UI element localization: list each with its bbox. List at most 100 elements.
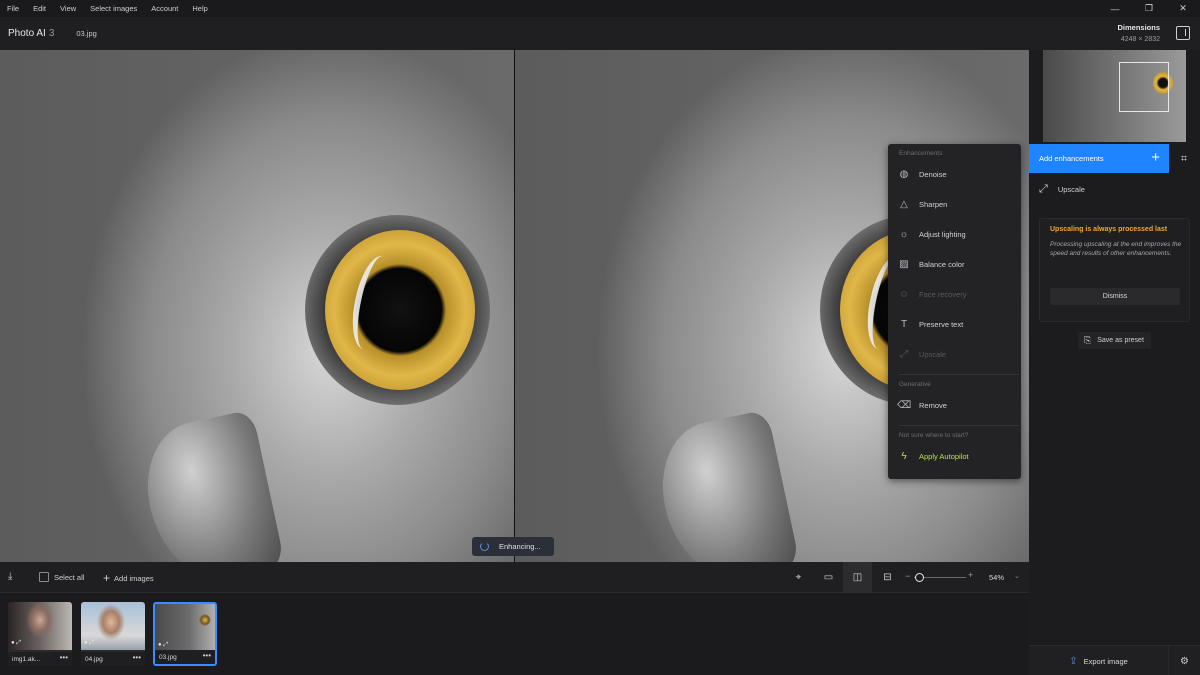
notice-title: Upscaling is always processed last bbox=[1050, 226, 1168, 233]
enhancing-status: Enhancing... bbox=[472, 537, 554, 556]
section-help: Not sure where to start? bbox=[899, 432, 969, 439]
menu-item-upscale: ⤢ Upscale bbox=[888, 343, 1021, 365]
split-view-icon[interactable]: ⊟ bbox=[873, 562, 902, 593]
menu-item-denoise[interactable]: ◍ Denoise bbox=[888, 163, 1021, 185]
select-all-checkbox[interactable] bbox=[39, 572, 49, 582]
film-caption: 03.jpg ••• bbox=[155, 650, 215, 664]
upscale-item[interactable]: ⤢ Upscale bbox=[1029, 178, 1200, 200]
dimensions-label: Dimensions bbox=[1117, 23, 1160, 32]
apply-autopilot-button[interactable]: ϟ Apply Autopilot bbox=[888, 445, 1021, 467]
side-by-side-view-icon[interactable]: ◫ bbox=[843, 562, 872, 593]
triangle-icon: △ bbox=[900, 198, 908, 210]
add-enhancements-label: Add enhancements bbox=[1039, 154, 1104, 163]
owl-eye bbox=[325, 230, 475, 390]
zoom-slider-handle[interactable] bbox=[915, 573, 924, 582]
fit-view-icon[interactable]: ⌖ bbox=[784, 562, 813, 593]
app-name: Photo AI bbox=[8, 28, 46, 39]
app-version: 3 bbox=[48, 28, 55, 39]
menu-item-preserve-text[interactable]: T Preserve text bbox=[888, 313, 1021, 335]
menu-item-adjust-lighting[interactable]: ☼ Adjust lighting bbox=[888, 223, 1021, 245]
film-item[interactable]: ● ⤢ img1.ak... ••• bbox=[8, 602, 72, 666]
face-icon: ☺ bbox=[898, 288, 910, 300]
film-name: 04.jpg bbox=[85, 655, 103, 663]
chevron-down-icon[interactable]: ⌄ bbox=[1014, 572, 1020, 580]
export-settings-icon[interactable]: ⚙ bbox=[1168, 646, 1200, 675]
menu-item-label: Apply Autopilot bbox=[919, 451, 969, 461]
edit-badges-icon: ● ⤢ bbox=[84, 640, 95, 646]
panel-toggle-icon[interactable] bbox=[1176, 26, 1190, 40]
film-caption: 04.jpg ••• bbox=[81, 652, 145, 666]
add-images-button[interactable]: + Add images bbox=[103, 571, 154, 585]
collapse-filmstrip-icon[interactable]: ⤓ bbox=[8, 571, 12, 582]
image-canvas[interactable] bbox=[0, 50, 1029, 562]
text-icon: T bbox=[900, 318, 908, 330]
plus-icon: + bbox=[103, 571, 111, 585]
section-enhancements: Enhancements bbox=[899, 150, 943, 157]
menu-select-images[interactable]: Select images bbox=[83, 4, 144, 13]
window-controls: — ❐ ✕ bbox=[1098, 0, 1200, 17]
menu-file[interactable]: File bbox=[0, 4, 26, 13]
spinner-icon bbox=[480, 542, 489, 551]
close-icon[interactable]: ✕ bbox=[1166, 0, 1200, 17]
crop-icon[interactable]: ⌗ bbox=[1175, 150, 1193, 168]
bolt-icon: ϟ bbox=[901, 450, 907, 462]
film-caption: img1.ak... ••• bbox=[8, 652, 72, 666]
section-generative: Generative bbox=[899, 381, 931, 388]
export-bar: ⇪ Export image ⚙ bbox=[1029, 645, 1200, 675]
more-options-icon[interactable]: ••• bbox=[60, 653, 68, 662]
app-header: Photo AI 3 03.jpg Dimensions 4248 × 2832 bbox=[0, 17, 1200, 50]
dismiss-button[interactable]: Dismiss bbox=[1050, 288, 1180, 305]
menu-item-face-recovery: ☺ Face recovery bbox=[888, 283, 1021, 305]
navigator-viewbox[interactable] bbox=[1119, 62, 1169, 112]
expand-icon: ⤢ bbox=[900, 348, 908, 360]
dimensions-readout: Dimensions 4248 × 2832 bbox=[1117, 23, 1160, 43]
menu-edit[interactable]: Edit bbox=[26, 4, 53, 13]
expand-icon: ⤢ bbox=[1039, 182, 1048, 195]
notice-body: Processing upscaling at the end improves… bbox=[1050, 241, 1182, 257]
save-preset-label: Save as preset bbox=[1097, 337, 1144, 344]
more-options-icon[interactable]: ••• bbox=[203, 651, 211, 660]
preset-icon: ⎘ bbox=[1084, 335, 1092, 345]
menu-item-remove[interactable]: ⌫ Remove bbox=[888, 394, 1021, 416]
export-icon: ⇪ bbox=[1069, 655, 1078, 667]
zoom-level[interactable]: 54% bbox=[989, 573, 1004, 582]
dimensions-value: 4248 × 2832 bbox=[1120, 36, 1160, 43]
zoom-in-icon[interactable]: + bbox=[968, 570, 973, 580]
export-label: Export image bbox=[1083, 656, 1128, 666]
enhancing-label: Enhancing... bbox=[499, 542, 541, 551]
current-file-name: 03.jpg bbox=[76, 29, 97, 38]
restore-icon[interactable]: ❐ bbox=[1132, 0, 1166, 17]
plus-icon: + bbox=[1151, 149, 1160, 166]
menu-item-label: Balance color bbox=[919, 259, 965, 269]
film-item-selected[interactable]: ● ⤢ 03.jpg ••• bbox=[153, 602, 217, 666]
menu-account[interactable]: Account bbox=[144, 4, 185, 13]
edit-badges-icon: ● ⤢ bbox=[158, 642, 169, 648]
menu-help[interactable]: Help bbox=[185, 4, 214, 13]
menu-item-balance-color[interactable]: ▨ Balance color bbox=[888, 253, 1021, 275]
menu-item-label: Adjust lighting bbox=[919, 229, 966, 239]
globe-icon: ◍ bbox=[899, 168, 909, 180]
edit-badges-icon: ● ⤢ bbox=[11, 640, 22, 646]
save-as-preset-button[interactable]: ⎘ Save as preset bbox=[1078, 332, 1151, 349]
eraser-icon: ⌫ bbox=[896, 399, 912, 411]
minimize-icon[interactable]: — bbox=[1098, 0, 1132, 17]
divider bbox=[899, 425, 1019, 426]
select-all-label[interactable]: Select all bbox=[54, 573, 84, 582]
image-icon: ▨ bbox=[899, 258, 909, 270]
menu-view[interactable]: View bbox=[53, 4, 83, 13]
menu-item-label: Upscale bbox=[919, 349, 947, 359]
menu-item-label: Preserve text bbox=[919, 319, 964, 329]
divider bbox=[899, 374, 1019, 375]
single-view-icon[interactable]: ▭ bbox=[814, 562, 843, 593]
menu-item-sharpen[interactable]: △ Sharpen bbox=[888, 193, 1021, 215]
original-preview[interactable] bbox=[0, 50, 514, 562]
export-image-button[interactable]: ⇪ Export image bbox=[1029, 646, 1168, 675]
upscale-notice: Upscaling is always processed last Proce… bbox=[1039, 218, 1190, 322]
film-name: img1.ak... bbox=[12, 655, 41, 663]
more-options-icon[interactable]: ••• bbox=[133, 653, 141, 662]
film-item[interactable]: ● ⤢ 04.jpg ••• bbox=[81, 602, 145, 666]
navigator-thumbnail[interactable] bbox=[1043, 50, 1186, 142]
zoom-out-icon[interactable]: − bbox=[905, 571, 910, 581]
sun-icon: ☼ bbox=[899, 228, 909, 240]
add-enhancements-button[interactable]: Add enhancements + bbox=[1029, 144, 1169, 173]
